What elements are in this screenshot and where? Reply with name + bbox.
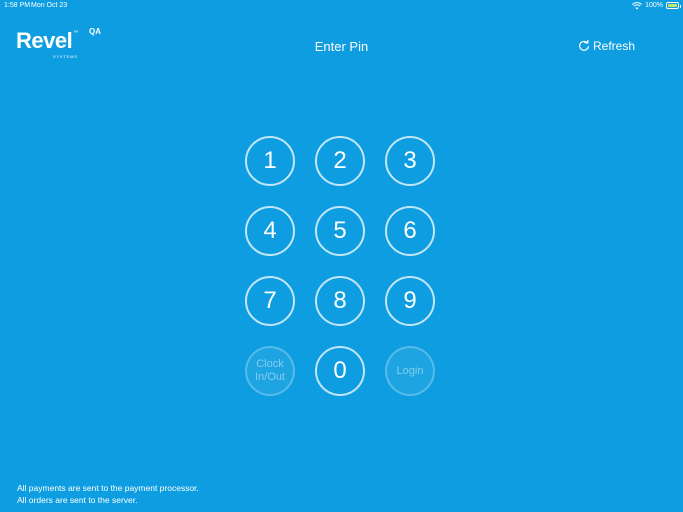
battery-icon	[666, 2, 681, 9]
login-button[interactable]: Login	[385, 346, 435, 396]
wifi-icon	[632, 1, 643, 9]
clock-in-out-label: Clock In/Out	[255, 358, 285, 384]
battery-percent: 100%	[645, 2, 663, 9]
footer-line-payments: All payments are sent to the payment pro…	[17, 483, 199, 493]
key-4[interactable]: 4	[245, 206, 295, 256]
key-2[interactable]: 2	[315, 136, 365, 186]
environment-badge: QA	[89, 27, 101, 36]
clock-in-out-button[interactable]: Clock In/Out	[245, 346, 295, 396]
status-date: Mon Oct 23	[31, 2, 68, 9]
clock-label-line1: Clock	[256, 358, 284, 370]
clock-label-line2: In/Out	[255, 371, 285, 383]
pin-keypad: 1 2 3 4 5 6 7 8 9 Clock In/Out 0 Login	[244, 136, 440, 400]
status-right: 100%	[632, 0, 681, 11]
key-7[interactable]: 7	[245, 276, 295, 326]
logo-trademark: ™	[73, 30, 79, 36]
logo-subtitle: SYSTEMS	[53, 54, 78, 59]
key-1[interactable]: 1	[245, 136, 295, 186]
refresh-label: Refresh	[593, 39, 636, 53]
footer-line-orders: All orders are sent to the server.	[17, 495, 138, 505]
key-8[interactable]: 8	[315, 276, 365, 326]
refresh-button[interactable]: Refresh	[578, 39, 635, 53]
key-0[interactable]: 0	[315, 346, 365, 396]
key-3[interactable]: 3	[385, 136, 435, 186]
refresh-icon	[579, 40, 589, 51]
status-time: 1:58 PM	[4, 2, 31, 9]
status-bar: 1:58 PM Mon Oct 23 100%	[0, 0, 683, 12]
battery-fill	[668, 4, 677, 7]
key-5[interactable]: 5	[315, 206, 365, 256]
pin-login-screen: 1:58 PM Mon Oct 23 100% Revel™ SYSTEMS Q…	[0, 0, 683, 512]
key-9[interactable]: 9	[385, 276, 435, 326]
key-6[interactable]: 6	[385, 206, 435, 256]
footer-notice: All payments are sent to the payment pro…	[17, 482, 199, 506]
